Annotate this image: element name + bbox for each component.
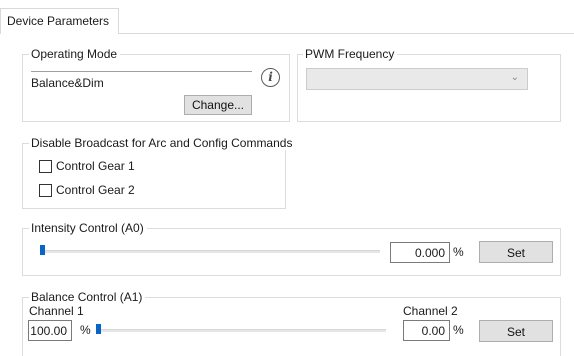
intensity-unit-label: % [453,245,464,259]
channel-2-unit-label: % [453,323,464,337]
intensity-slider-thumb[interactable] [40,245,45,255]
balance-slider-track[interactable] [96,329,386,332]
balance-slider-thumb[interactable] [96,324,101,334]
channel-2-label: Channel 2 [403,304,458,318]
intensity-slider-track[interactable] [40,250,380,253]
intensity-value-field[interactable]: 0.000 [390,242,450,263]
change-button[interactable]: Change... [184,95,252,115]
tab-device-parameters[interactable]: Device Parameters [0,8,119,34]
broadcast-group [22,143,286,209]
tab-divider [118,33,574,34]
control-gear-2-label: Control Gear 2 [56,183,135,197]
channel-1-unit-label: % [80,323,91,337]
channel-1-label: Channel 1 [29,304,84,318]
chevron-down-icon: ⌄ [510,72,519,83]
control-gear-2-checkbox[interactable] [39,184,52,197]
info-icon[interactable]: i [261,68,280,87]
control-gear-1-label: Control Gear 1 [56,159,135,173]
channel-1-value-field[interactable]: 100.00 [28,320,72,341]
tab-label: Device Parameters [7,14,110,28]
operating-mode-value: Balance&Dim [31,71,252,90]
balance-control-legend: Balance Control (A1) [29,290,146,304]
intensity-control-legend: Intensity Control (A0) [29,221,147,235]
pwm-frequency-legend: PWM Frequency [303,47,398,61]
broadcast-legend: Disable Broadcast for Arc and Config Com… [29,136,296,150]
balance-set-button[interactable]: Set [479,320,553,342]
intensity-set-button[interactable]: Set [479,241,553,263]
operating-mode-legend: Operating Mode [29,47,121,61]
control-gear-1-checkbox[interactable] [39,160,52,173]
pwm-frequency-select[interactable]: ⌄ [306,68,528,90]
channel-2-value-field[interactable]: 0.00 [403,320,450,341]
